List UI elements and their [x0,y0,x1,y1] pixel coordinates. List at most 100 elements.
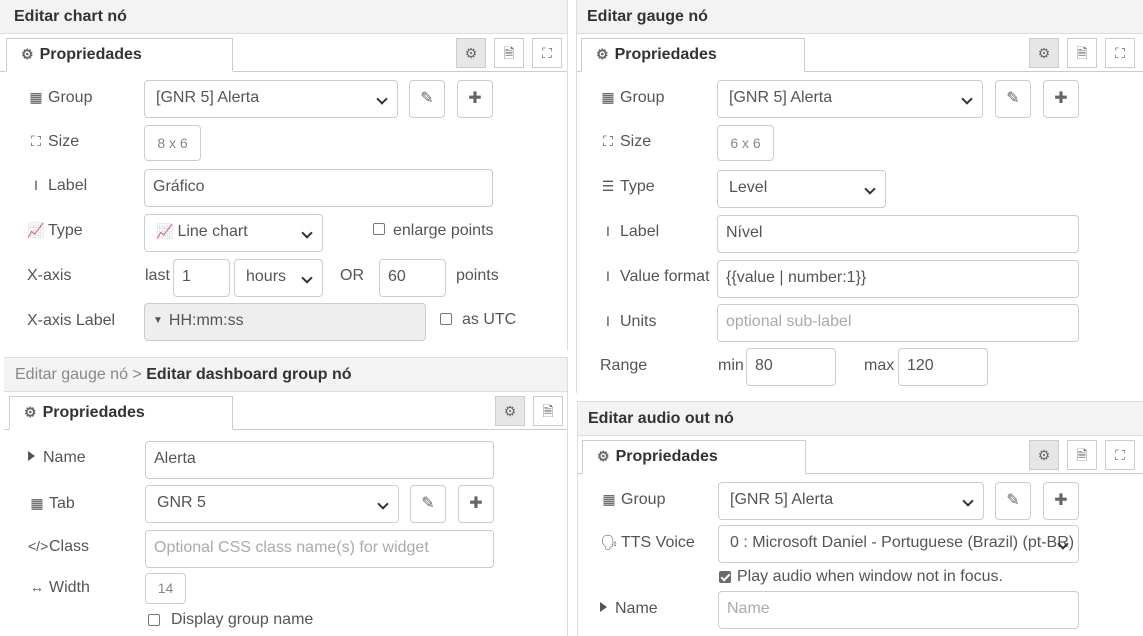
document-icon: 🗎 [542,403,554,419]
breadcrumb[interactable]: Editar gauge nó > [15,366,142,383]
type-label: 📈 Type [27,222,82,240]
gear-icon: ⚙ [21,46,34,62]
gear-icon: ⚙ [597,448,610,464]
add-group-button[interactable]: ✚ [457,80,493,118]
type-select[interactable]: Level [717,170,886,208]
xaxis-format-input[interactable]: ▼ HH:mm:ss [144,303,426,341]
enlarge-points-label: enlarge points [393,222,494,239]
settings-tab-button[interactable]: ⚙ [456,38,486,68]
class-input[interactable]: Optional CSS class name(s) for widget [145,530,494,568]
tab-properties[interactable]: ⚙ Propriedades [6,38,233,72]
edit-group-button[interactable]: ✎ [995,482,1031,520]
label-label-text: Label [620,223,660,240]
display-group-name-checkbox[interactable] [148,614,160,626]
appearance-tab-button[interactable]: ⛶ [532,38,562,68]
table-icon: ▦ [601,89,615,105]
edit-group-button[interactable]: ✎ [995,80,1031,118]
max-input[interactable]: 120 [898,348,988,386]
edit-tab-button[interactable]: ✎ [410,485,446,523]
tab-bar: ⚙ Propriedades ⚙ 🗎 [4,392,567,430]
size-label-text: Size [48,133,80,150]
tab-select[interactable]: GNR 5 [145,485,399,523]
utc-label: as UTC [462,311,517,328]
add-tab-button[interactable]: ✚ [458,485,494,523]
tag-icon [600,602,607,612]
tab-bar: ⚙ Propriedades ⚙ 🗎 ⛶ [577,34,1143,72]
frame-icon: ⛶ [1115,447,1125,463]
tab-label: Propriedades [614,46,717,63]
class-label-text: Class [49,538,90,555]
gear-icon: ⚙ [464,45,478,61]
xaxis-unit-select[interactable]: hours [234,259,323,297]
appearance-tab-button[interactable]: ⛶ [1105,440,1135,470]
label-input[interactable]: Gráfico [144,169,493,207]
tts-voice-select[interactable]: 0 : Microsoft Daniel - Portuguese (Brazi… [718,525,1079,563]
text-cursor-icon: I [606,268,610,284]
label-label-text: Label [48,177,88,194]
gear-icon: ⚙ [503,403,517,419]
group-label: ▦ Group [27,89,92,107]
max-text: max [864,357,895,374]
plus-icon: ✚ [1054,492,1068,509]
width-button[interactable]: 14 [145,573,186,604]
edit-group-button[interactable]: ✎ [409,80,445,118]
type-label: ☰ Type [599,178,655,196]
gear-icon: ⚙ [596,46,609,62]
settings-tab-button[interactable]: ⚙ [1029,440,1059,470]
audio-edit-panel: Editar audio out nó ⚙ Propriedades ⚙ 🗎 ⛶ … [577,401,1143,636]
add-group-button[interactable]: ✚ [1043,482,1079,520]
tab-properties[interactable]: ⚙ Propriedades [582,440,806,474]
panel-title: Editar gauge nó [577,0,1143,34]
appearance-tab-button[interactable]: ⛶ [1105,38,1135,68]
xaxis-number-input[interactable]: 1 [173,259,230,297]
group-select[interactable]: [GNR 5] Alerta [144,80,398,118]
table-icon: ▦ [30,495,44,511]
tts-voice-label-text: TTS Voice [621,534,695,551]
size-button[interactable]: 8 x 6 [144,125,201,161]
display-group-name-label: Display group name [171,611,314,628]
name-input[interactable]: Name [718,591,1079,629]
xaxis-or-text: OR [340,267,364,284]
tab-bar: ⚙ Propriedades ⚙ 🗎 ⛶ [578,436,1143,474]
size-label: ⛶ Size [599,133,651,151]
value-format-input[interactable]: {{value | number:1}} [717,260,1079,298]
type-value: Line chart [177,223,248,240]
pencil-icon: ✎ [420,90,434,107]
group-select[interactable]: [GNR 5] Alerta [718,482,984,520]
tab-properties[interactable]: ⚙ Propriedades [581,38,805,72]
frame-icon: ⛶ [31,133,41,149]
table-icon: ▦ [29,89,43,105]
xaxis-points-input[interactable]: 60 [379,259,446,297]
tab-label: Propriedades [615,448,718,465]
description-tab-button[interactable]: 🗎 [533,396,563,426]
code-icon: </> [28,538,49,554]
size-button[interactable]: 6 x 6 [717,125,774,161]
add-group-button[interactable]: ✚ [1043,80,1079,118]
units-input[interactable]: optional sub-label [717,304,1079,342]
name-input[interactable]: Alerta [145,441,494,479]
value-format-label-text: Value format [620,268,710,285]
tab-properties[interactable]: ⚙ Propriedades [9,396,233,430]
settings-tab-button[interactable]: ⚙ [1029,38,1059,68]
group-label-text: Group [620,89,665,106]
name-label-text: Name [615,600,658,617]
description-tab-button[interactable]: 🗎 [1067,38,1097,68]
class-label: </>Class [28,538,89,556]
type-select[interactable]: 📈 Line chart [144,214,323,252]
arrows-horizontal-icon: ↔ [30,579,44,595]
group-select[interactable]: [GNR 5] Alerta [717,80,983,118]
description-tab-button[interactable]: 🗎 [1067,440,1097,470]
label-input[interactable]: Nível [717,215,1079,253]
frame-icon: ⛶ [603,133,613,149]
play-audio-checkbox[interactable] [719,571,731,583]
description-tab-button[interactable]: 🗎 [494,38,524,68]
range-label: Range [600,357,648,374]
enlarge-points-checkbox[interactable] [373,223,385,235]
min-input[interactable]: 80 [746,348,836,386]
tab-label-field: ▦ Tab [28,495,74,513]
group-label: ▦ Group [599,89,664,107]
utc-checkbox[interactable] [440,313,452,325]
settings-tab-button[interactable]: ⚙ [495,396,525,426]
gear-icon: ⚙ [1037,45,1051,61]
frame-icon: ⛶ [1115,45,1125,61]
